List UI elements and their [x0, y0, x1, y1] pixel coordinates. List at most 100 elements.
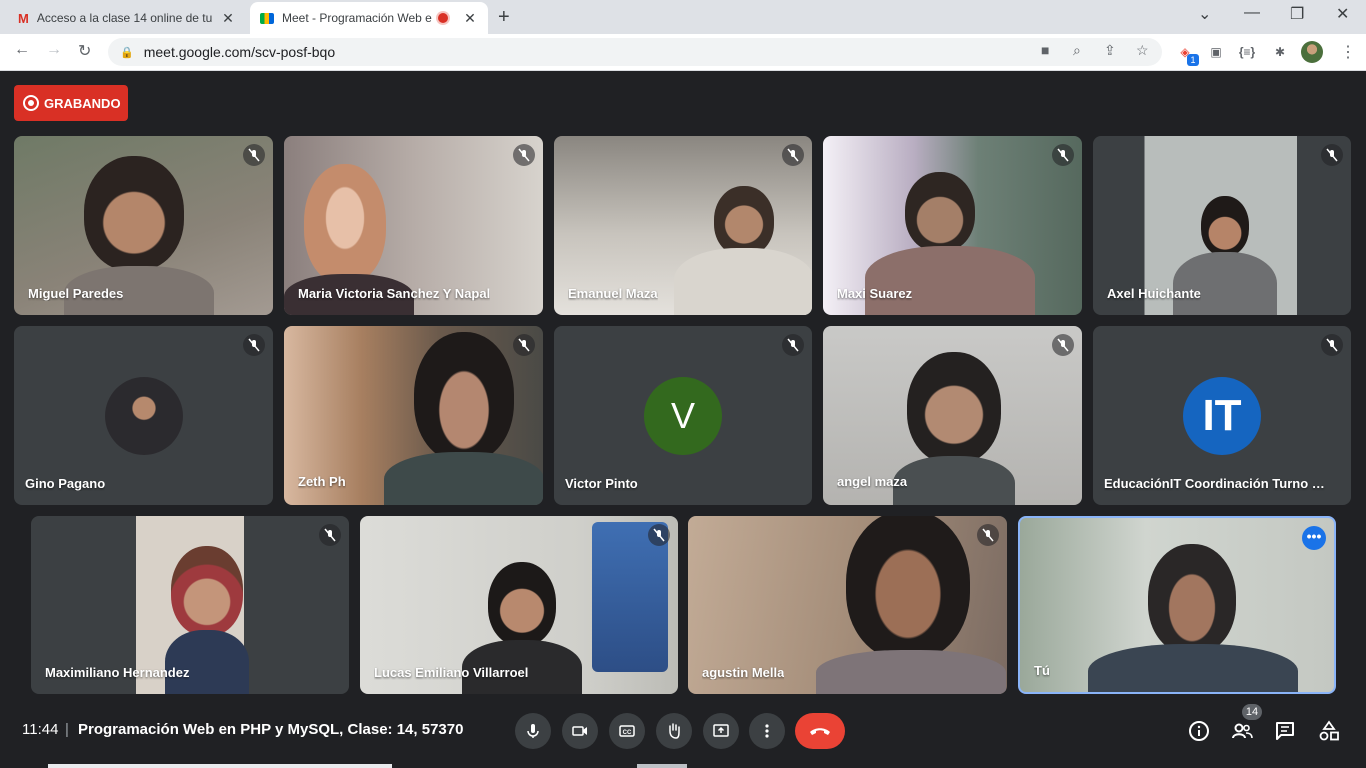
hang-up-icon	[810, 728, 830, 735]
extension-icon[interactable]: ▣	[1206, 42, 1226, 62]
record-icon	[23, 95, 39, 111]
browser-toolbar: ← → ↻ 🔒 meet.google.com/scv-posf-bqo ■ ⌕…	[0, 34, 1366, 71]
back-icon[interactable]: ←	[14, 41, 30, 59]
mic-off-icon	[513, 144, 535, 166]
tab-title: Meet - Programación Web e	[282, 11, 432, 25]
camera-button[interactable]	[562, 713, 598, 749]
mic-off-icon	[513, 334, 535, 356]
tab-title: Acceso a la clase 14 online de tu	[36, 11, 213, 25]
participant-tile[interactable]: angel maza	[823, 326, 1082, 505]
participant-tile[interactable]: Maxi Suarez	[823, 136, 1082, 315]
participant-tile[interactable]: agustin Mella	[688, 516, 1007, 694]
microphone-button[interactable]	[515, 713, 551, 749]
recording-indicator-icon	[438, 13, 448, 23]
profile-photo	[104, 376, 183, 455]
more-options-icon[interactable]: •••	[1302, 526, 1326, 550]
activities-shapes-icon	[1319, 720, 1339, 741]
meeting-details-button[interactable]	[1187, 719, 1211, 743]
camera-in-use-icon[interactable]: ■	[1041, 42, 1049, 58]
self-view-tile[interactable]: ••• Tú	[1018, 516, 1336, 694]
close-tab-icon[interactable]: ✕	[462, 10, 478, 27]
mic-off-icon	[782, 144, 804, 166]
meeting-title: Programación Web en PHP y MySQL, Clase: …	[78, 721, 464, 738]
mic-off-icon	[977, 524, 999, 546]
participant-name: angel maza	[837, 474, 908, 489]
mic-off-icon	[319, 524, 341, 546]
captions-button[interactable]: CC	[609, 713, 645, 749]
browser-tab-bar: M Acceso a la clase 14 online de tu ✕ Me…	[0, 0, 1366, 34]
participant-tile[interactable]: Emanuel Maza	[554, 136, 812, 315]
closed-captions-icon: CC	[619, 725, 635, 737]
separator: |	[65, 721, 69, 738]
tab-gmail[interactable]: M Acceso a la clase 14 online de tu ✕	[8, 2, 246, 34]
chat-icon	[1276, 722, 1294, 740]
tab-search-icon[interactable]: ⌄	[1198, 4, 1211, 24]
participant-name: Victor Pinto	[565, 476, 638, 491]
zoom-icon[interactable]: ⌕	[1073, 42, 1081, 59]
meeting-clock: 11:44	[22, 721, 59, 738]
reload-icon[interactable]: ↻	[78, 41, 91, 61]
participant-name: Zeth Ph	[298, 474, 346, 489]
gmail-icon: M	[18, 10, 29, 26]
recording-badge[interactable]: GRABANDO	[14, 85, 128, 121]
participant-tile[interactable]: Maria Victoria Sanchez Y Napal	[284, 136, 543, 315]
participant-name: Gino Pagano	[25, 476, 106, 491]
present-screen-button[interactable]	[703, 713, 739, 749]
profile-avatar[interactable]	[1301, 41, 1323, 63]
mic-off-icon	[1321, 144, 1343, 166]
participant-count-badge: 14	[1242, 704, 1262, 720]
tab-meet[interactable]: Meet - Programación Web e ✕	[250, 2, 488, 34]
json-extension-icon[interactable]: {≡}	[1237, 42, 1257, 62]
close-tab-icon[interactable]: ✕	[220, 10, 236, 27]
bookmark-star-icon[interactable]: ☆	[1136, 42, 1149, 59]
leave-call-button[interactable]	[795, 713, 845, 749]
mic-off-icon	[1052, 144, 1074, 166]
activities-button[interactable]	[1317, 719, 1341, 743]
forward-icon[interactable]: →	[46, 41, 62, 59]
chat-button[interactable]	[1273, 719, 1297, 743]
participant-name: Miguel Paredes	[28, 286, 124, 301]
camera-icon	[572, 726, 587, 736]
avatar-initial: V	[644, 376, 722, 455]
participant-name: Emanuel Maza	[568, 286, 658, 301]
participant-tile[interactable]: Zeth Ph	[284, 326, 543, 505]
recording-label: GRABANDO	[44, 95, 121, 111]
participant-tile[interactable]: V Victor Pinto	[554, 326, 812, 505]
participant-name: Lucas Emiliano Villarroel	[374, 665, 529, 680]
people-button[interactable]	[1230, 719, 1254, 743]
mic-off-icon	[243, 144, 265, 166]
share-icon[interactable]: ⇪	[1104, 42, 1116, 59]
participant-name: agustin Mella	[702, 665, 785, 680]
more-options-button[interactable]	[749, 713, 785, 749]
mic-off-icon	[243, 334, 265, 356]
info-icon	[1189, 721, 1209, 741]
puzzle-extensions-icon[interactable]: ✱	[1270, 42, 1290, 62]
extension-icon[interactable]: ◈ 1	[1175, 42, 1199, 66]
microphone-icon	[527, 724, 539, 738]
lock-icon: 🔒	[120, 46, 134, 59]
minimize-icon[interactable]: —	[1244, 4, 1260, 22]
raise-hand-button[interactable]	[656, 713, 692, 749]
restore-icon[interactable]: ❐	[1290, 4, 1304, 24]
participant-tile[interactable]: Gino Pagano	[14, 326, 273, 505]
taskbar-indicator	[48, 764, 392, 768]
address-bar[interactable]: 🔒 meet.google.com/scv-posf-bqo	[108, 38, 1162, 66]
participant-tile[interactable]: Maximiliano Hernandez	[31, 516, 349, 694]
participant-tile[interactable]: Miguel Paredes	[14, 136, 273, 315]
participant-name: Maxi Suarez	[837, 286, 913, 301]
svg-text:CC: CC	[623, 730, 632, 736]
mic-off-icon	[782, 334, 804, 356]
more-vert-icon	[765, 724, 769, 738]
new-tab-icon[interactable]: +	[498, 6, 510, 29]
participant-name: Axel Huichante	[1107, 286, 1201, 301]
chrome-menu-icon[interactable]: ⋮	[1340, 42, 1356, 62]
people-icon	[1232, 723, 1253, 739]
taskbar-indicator	[637, 764, 687, 768]
close-window-icon[interactable]: ✕	[1336, 4, 1349, 24]
participant-tile[interactable]: Axel Huichante	[1093, 136, 1351, 315]
participant-tile[interactable]: IT EducaciónIT Coordinación Turno Día ..…	[1093, 326, 1351, 505]
participant-name: EducaciónIT Coordinación Turno Día ...	[1104, 476, 1334, 491]
extension-badge: 1	[1187, 54, 1199, 66]
participant-name: Maria Victoria Sanchez Y Napal	[298, 286, 491, 301]
participant-tile[interactable]: Lucas Emiliano Villarroel	[360, 516, 678, 694]
